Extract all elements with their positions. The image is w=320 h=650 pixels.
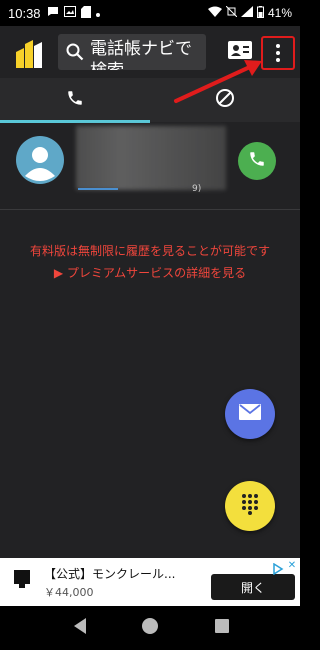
premium-details-link[interactable]: ▶ プレミアムサービスの詳細を見る xyxy=(0,262,300,284)
ad-open-button[interactable]: 開く xyxy=(211,574,295,600)
recents-square-icon xyxy=(214,618,230,638)
back-triangle-icon xyxy=(72,617,88,639)
call-button[interactable] xyxy=(238,142,276,180)
chat-bubble-icon xyxy=(47,6,59,20)
sd-card-icon xyxy=(80,5,91,21)
wifi-icon xyxy=(207,6,222,20)
phone-icon xyxy=(66,89,84,111)
tab-calls[interactable] xyxy=(0,78,150,122)
search-icon xyxy=(66,43,84,65)
status-bar: 10:38 41% xyxy=(0,0,300,26)
ad-choices-icon[interactable] xyxy=(272,560,284,576)
tab-bar xyxy=(0,78,300,123)
home-button[interactable] xyxy=(140,618,160,638)
promo-line-1: 有料版は無制限に履歴を見ることが可能です xyxy=(29,244,270,258)
ad-price: ￥44,000 xyxy=(44,586,94,599)
tab-blocked[interactable] xyxy=(150,78,300,122)
search-placeholder: 電話帳ナビで検索 xyxy=(90,39,192,70)
dialpad-fab[interactable] xyxy=(225,481,275,531)
image-icon xyxy=(63,6,76,20)
mail-icon xyxy=(239,404,261,424)
more-options-button[interactable] xyxy=(261,36,295,70)
phone-call-icon xyxy=(248,150,266,172)
more-options-icon xyxy=(276,44,280,62)
app-logo-icon xyxy=(16,38,42,68)
search-input[interactable]: 電話帳ナビで検索 xyxy=(58,34,206,70)
block-icon xyxy=(215,88,235,112)
product-thumbnail-icon xyxy=(12,568,32,590)
system-nav-bar xyxy=(0,606,300,650)
status-time: 10:38 xyxy=(8,5,41,21)
premium-promo[interactable]: 有料版は無制限に履歴を見ることが可能です ▶ プレミアムサービスの詳細を見る xyxy=(0,240,300,284)
ad-close-icon[interactable]: ✕ xyxy=(286,560,298,572)
toolbar: 電話帳ナビで検索 xyxy=(0,26,300,78)
home-circle-icon xyxy=(141,617,159,639)
mute-icon xyxy=(225,5,238,20)
ad-title: 【公式】モンクレール... xyxy=(44,567,176,581)
call-meta: 9) xyxy=(192,184,202,194)
blurred-contact-info xyxy=(76,126,226,190)
dot-icon xyxy=(95,6,100,20)
contact-card-icon xyxy=(228,41,252,63)
signal-icon xyxy=(240,6,253,20)
message-fab[interactable] xyxy=(225,389,275,439)
battery-percent: 41% xyxy=(267,6,292,20)
person-avatar-icon xyxy=(16,136,64,184)
dialpad-icon xyxy=(241,493,259,519)
blurred-contact-line xyxy=(78,188,118,190)
recents-button[interactable] xyxy=(212,618,232,638)
back-button[interactable] xyxy=(70,618,90,638)
app-screen: 電話帳ナビで検索 9) xyxy=(0,26,300,558)
ad-banner[interactable]: 【公式】モンクレール... ￥44,000 開く ✕ xyxy=(0,558,300,606)
contact-card-button[interactable] xyxy=(226,38,254,66)
battery-icon xyxy=(256,5,264,21)
list-item[interactable]: 9) xyxy=(0,122,300,210)
